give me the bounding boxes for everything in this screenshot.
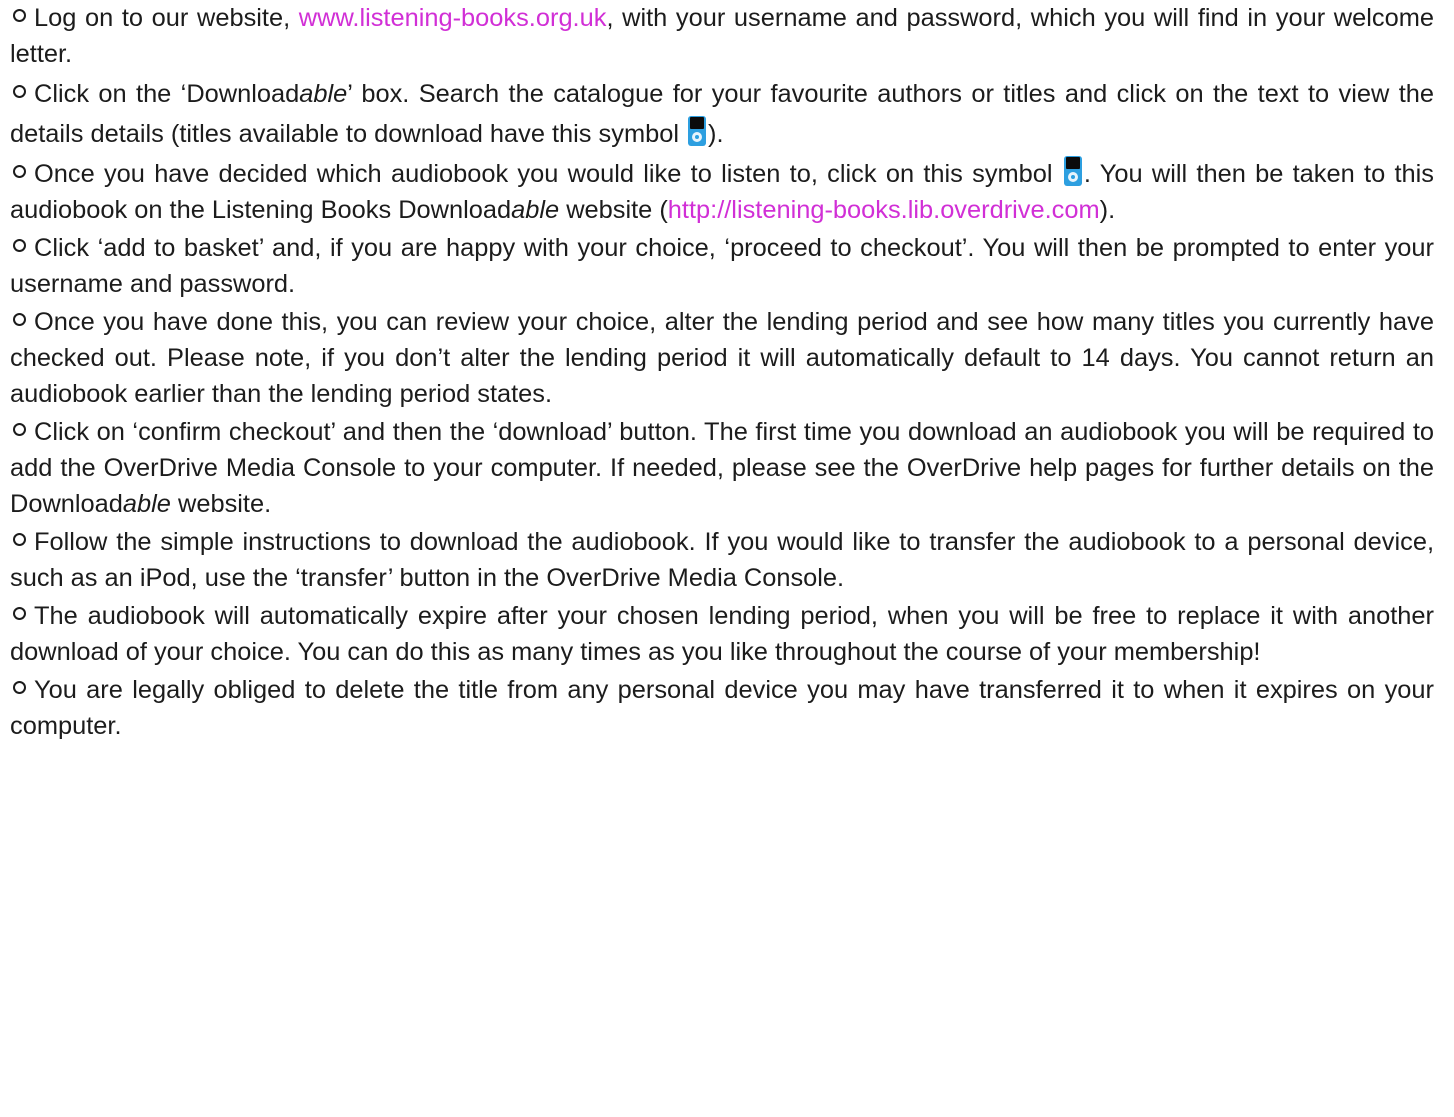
step-log-on: Log on to our website, www.listening-boo… [10,4,1434,68]
overdrive-link[interactable]: http://listening-books.lib.overdrive.com [668,196,1100,224]
bullet-icon [13,681,26,694]
bullet-icon [13,607,26,620]
ipod-icon[interactable] [1063,156,1082,186]
step-delete-title: You are legally obliged to delete the ti… [10,676,1434,740]
step-automatic-expiry: The audiobook will automatically expire … [10,602,1434,666]
step-follow-instructions: Follow the simple instructions to downlo… [10,528,1434,592]
download-instructions: Log on to our website, www.listening-boo… [10,0,1434,744]
step-confirm-checkout: Click on ‘confirm checkout’ and then the… [10,418,1434,518]
bullet-icon [13,423,26,436]
step-add-to-basket: Click ‘add to basket’ and, if you are ha… [10,234,1434,298]
bullet-icon [13,9,26,22]
bullet-icon [13,85,26,98]
step-review-choice: Once you have done this, you can review … [10,308,1434,408]
bullet-icon [13,165,26,178]
bullet-icon [13,239,26,252]
bullet-icon [13,313,26,326]
step-click-symbol: Once you have decided which audiobook yo… [10,156,1434,228]
bullet-icon [13,533,26,546]
step-search-catalogue: Click on the ‘Downloadable’ box. Search … [10,80,1434,148]
ipod-icon [688,116,707,146]
website-link[interactable]: www.listening-books.org.uk [299,4,607,32]
